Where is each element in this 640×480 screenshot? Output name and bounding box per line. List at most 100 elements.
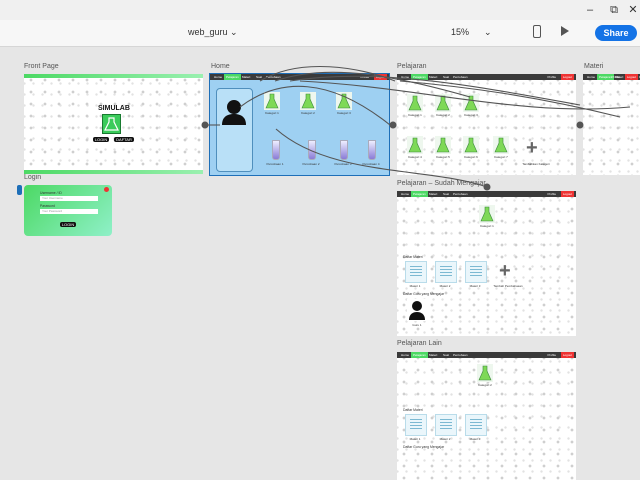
- tube-caption: Percobaan 1: [266, 162, 284, 166]
- nav-item[interactable]: Pelajaran: [411, 352, 428, 358]
- nav-item[interactable]: Home: [585, 74, 597, 80]
- materi-caption: Materi 1: [409, 284, 421, 288]
- nav-profile[interactable]: Profile: [545, 74, 558, 80]
- window-titlebar: – ⧉ ✕: [0, 0, 640, 20]
- artboard-materi[interactable]: HomePelajaranMateriSoalPercobaanProfileL…: [583, 74, 640, 175]
- artboard-label-materi[interactable]: Materi: [584, 63, 603, 70]
- nav-item[interactable]: Soal: [441, 191, 451, 197]
- artboard-pelajaran-lain[interactable]: Home Pelajaran Materi Soal Percobaan Profile L…: [397, 352, 576, 480]
- nav-item[interactable]: Home: [399, 74, 411, 80]
- login-close-icon[interactable]: [104, 187, 109, 192]
- flask-caption: Kategori 6: [464, 155, 478, 159]
- flask-icon[interactable]: [493, 136, 509, 154]
- close-icon[interactable]: ✕: [625, 3, 640, 17]
- front-daftar-button[interactable]: DAFTAR: [114, 137, 134, 142]
- nav-item[interactable]: Pelajaran: [411, 191, 428, 197]
- document-icon[interactable]: [465, 414, 487, 436]
- artboard-label-pelajaran[interactable]: Pelajaran: [397, 63, 427, 70]
- nav-profile[interactable]: Profile: [545, 352, 558, 358]
- materi-caption: Materi 2: [439, 437, 451, 441]
- flask-icon[interactable]: [407, 136, 423, 154]
- nav-item[interactable]: Home: [399, 191, 411, 197]
- artboard-label-login[interactable]: Login: [24, 174, 41, 181]
- nav-logout[interactable]: Logout: [560, 352, 574, 358]
- flask-icon[interactable]: [435, 94, 451, 112]
- flask-icon[interactable]: [264, 92, 280, 110]
- artboard-label-pelajaran-sudah[interactable]: Pelajaran – Sudah Mengajar: [397, 180, 486, 187]
- avatar-icon: [222, 100, 246, 125]
- front-login-button[interactable]: LOGIN: [93, 137, 109, 142]
- artboard-label-home[interactable]: Home: [211, 63, 230, 70]
- nav-item[interactable]: Percobaan: [451, 352, 470, 358]
- nav-profile[interactable]: Profile: [358, 74, 371, 80]
- minimize-icon[interactable]: –: [582, 3, 598, 17]
- document-title[interactable]: web_guru ⌄: [188, 27, 238, 38]
- nav-logout[interactable]: Logout: [560, 74, 574, 80]
- materi-caption: Materi 3: [469, 284, 481, 288]
- nav-item[interactable]: Materi: [240, 74, 252, 80]
- chevron-down-icon[interactable]: ⌄: [230, 27, 238, 37]
- daftar-guru-label: Daftar Guru yang Mengajar: [403, 292, 445, 296]
- nav-item[interactable]: Home: [399, 352, 411, 358]
- zoom-level[interactable]: 15% ⌄: [451, 27, 492, 38]
- flask-icon[interactable]: [479, 205, 495, 223]
- flask-icon[interactable]: [435, 136, 451, 154]
- test-tube-icon[interactable]: [368, 140, 376, 160]
- artboard-home[interactable]: Home Pelajaran Materi Soal Percobaan Profile L…: [209, 73, 390, 176]
- artboard-pelajaran[interactable]: Home Pelajaran Materi Soal Percobaan Profile L…: [397, 74, 576, 175]
- nav-profile[interactable]: Profile: [609, 74, 622, 80]
- document-icon[interactable]: [405, 414, 427, 436]
- nav-item[interactable]: Soal: [441, 352, 451, 358]
- nav-logout[interactable]: Logout: [373, 74, 387, 80]
- document-icon[interactable]: [405, 261, 427, 283]
- add-materi-icon[interactable]: +: [499, 261, 511, 281]
- flask-icon[interactable]: [407, 94, 423, 112]
- tube-caption: Percobaan 3: [334, 162, 352, 166]
- nav-item[interactable]: Percobaan: [451, 191, 470, 197]
- nav-item[interactable]: Soal: [254, 74, 264, 80]
- nav-item[interactable]: Percobaan: [451, 74, 470, 80]
- wire-endpoint: [389, 121, 397, 129]
- share-button[interactable]: Share: [595, 25, 637, 41]
- zoom-chevron-icon[interactable]: ⌄: [484, 27, 492, 37]
- flask-icon[interactable]: [336, 92, 352, 110]
- document-icon[interactable]: [435, 261, 457, 283]
- artboard-front-page[interactable]: SIMULAB LOGIN DAFTAR: [24, 74, 203, 174]
- nav-item[interactable]: Materi: [427, 352, 439, 358]
- login-submit-button[interactable]: LOGIN: [60, 222, 76, 227]
- test-tube-icon[interactable]: [340, 140, 348, 160]
- add-kategori-icon[interactable]: +: [526, 138, 538, 158]
- nav-item[interactable]: Percobaan: [264, 74, 283, 80]
- document-icon[interactable]: [435, 414, 457, 436]
- teacher-avatar-icon[interactable]: [407, 299, 427, 321]
- test-tube-icon[interactable]: [272, 140, 280, 160]
- maximize-icon[interactable]: ⧉: [606, 3, 622, 17]
- nav-item[interactable]: Pelajaran: [224, 74, 241, 80]
- design-canvas[interactable]: Front Page Home Pelajaran Materi Login P…: [0, 47, 640, 480]
- password-input[interactable]: Your Password: [40, 209, 98, 214]
- artboard-label-pelajaran-lain[interactable]: Pelajaran Lain: [397, 340, 442, 347]
- nav-item[interactable]: Home: [212, 74, 224, 80]
- nav-logout[interactable]: Logout: [624, 74, 638, 80]
- nav-item[interactable]: Soal: [441, 74, 451, 80]
- login-flow-handle[interactable]: [17, 185, 22, 195]
- flask-caption: Kategori 2: [436, 113, 450, 117]
- artboard-login[interactable]: Username / ID Your Username Password You…: [24, 185, 112, 236]
- flask-icon[interactable]: [477, 364, 493, 382]
- nav-item[interactable]: Materi: [427, 74, 439, 80]
- nav-item[interactable]: Materi: [427, 191, 439, 197]
- play-icon[interactable]: [561, 26, 569, 36]
- nav-item[interactable]: Pelajaran: [411, 74, 428, 80]
- username-input[interactable]: Your Username: [40, 196, 98, 201]
- test-tube-icon[interactable]: [308, 140, 316, 160]
- home-nav: Home Pelajaran Materi Soal Percobaan Profile L…: [210, 74, 389, 80]
- artboard-label-front-page[interactable]: Front Page: [24, 63, 59, 70]
- flask-icon[interactable]: [300, 92, 316, 110]
- artboard-pelajaran-sudah[interactable]: Home Pelajaran Materi Soal Percobaan Profile L…: [397, 191, 576, 336]
- nav-logout[interactable]: Logout: [560, 191, 574, 197]
- nav-profile[interactable]: Profile: [545, 191, 558, 197]
- flask-icon[interactable]: [463, 136, 479, 154]
- document-icon[interactable]: [465, 261, 487, 283]
- mobile-preview-icon[interactable]: [533, 25, 541, 38]
- flask-icon[interactable]: [463, 94, 479, 112]
